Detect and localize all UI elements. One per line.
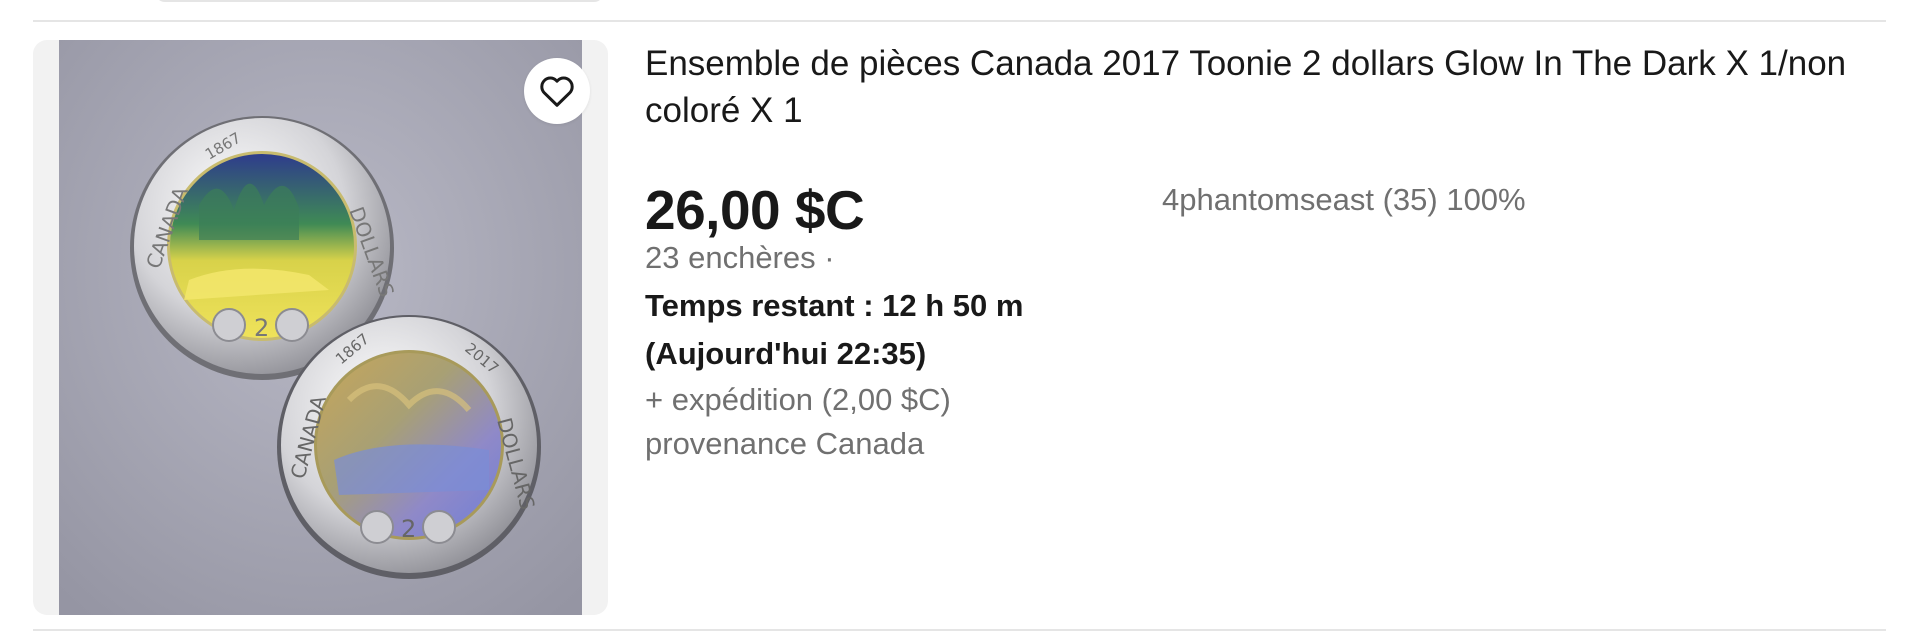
listing-divider-bottom xyxy=(33,629,1886,631)
coin-uncoloured: CANADA DOLLARS 1867 2017 2 xyxy=(277,315,541,579)
item-location: provenance Canada xyxy=(645,426,925,461)
heart-icon xyxy=(540,76,574,107)
coin1-value-text: 2 xyxy=(254,314,269,342)
listing-card[interactable]: CANADA DOLLARS 1867 2 CANADA DOLLARS 186… xyxy=(33,40,1886,615)
time-left: Temps restant : 12 h 50 m xyxy=(645,288,1024,323)
seller-info: 4phantomseast (35) 100% xyxy=(1162,182,1526,217)
listing-photo[interactable]: CANADA DOLLARS 1867 2 CANADA DOLLARS 186… xyxy=(59,40,582,615)
shipping-cost: + expédition (2,00 $C) xyxy=(645,382,951,417)
coin2-value-text: 2 xyxy=(401,515,416,543)
listing-details: Ensemble de pièces Canada 2017 Toonie 2 … xyxy=(645,40,1886,461)
listing-title[interactable]: Ensemble de pièces Canada 2017 Toonie 2 … xyxy=(645,40,1865,134)
listing-price: 26,00 $C xyxy=(645,179,865,241)
listing-image-container[interactable]: CANADA DOLLARS 1867 2 CANADA DOLLARS 186… xyxy=(33,40,608,615)
listing-divider-top xyxy=(33,20,1886,22)
end-time: (Aujourd'hui 22:35) xyxy=(645,336,927,371)
bid-count: 23 enchères · xyxy=(645,240,835,275)
watch-button[interactable] xyxy=(524,58,590,124)
previous-listing-edge xyxy=(155,0,604,2)
